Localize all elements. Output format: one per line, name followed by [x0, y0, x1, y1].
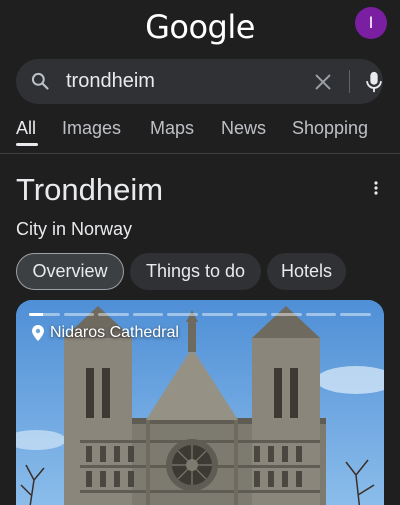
search-divider — [349, 70, 350, 93]
active-tab-indicator — [16, 143, 38, 146]
progress-segment — [305, 313, 337, 316]
google-logo[interactable]: Google — [0, 8, 400, 46]
tab-shopping[interactable]: Shopping — [292, 118, 368, 139]
progress-segment — [132, 313, 164, 316]
location-label: Nidaros Cathedral — [50, 324, 179, 341]
progress-fill — [29, 313, 43, 316]
progress-segment — [201, 313, 233, 316]
tab-images[interactable]: Images — [62, 118, 121, 139]
tabs-divider — [0, 153, 400, 154]
tab-news[interactable]: News — [221, 118, 266, 139]
cathedral-photo[interactable]: Nidaros Cathedral — [16, 300, 384, 505]
photo-location[interactable]: Nidaros Cathedral — [32, 324, 179, 342]
tab-all[interactable]: All — [16, 118, 36, 139]
progress-segment — [98, 313, 129, 316]
progress-segment — [236, 313, 268, 316]
progress-segment — [167, 313, 198, 316]
search-bar[interactable]: trondheim — [16, 59, 383, 104]
progress-segment — [271, 313, 302, 316]
search-input[interactable]: trondheim — [66, 70, 155, 93]
account-avatar[interactable]: I — [355, 7, 387, 39]
entity-subtitle: City in Norway — [16, 219, 133, 239]
top-bar: Google I — [0, 0, 400, 56]
location-pin-icon — [32, 325, 44, 341]
search-icon[interactable] — [30, 71, 50, 91]
tab-maps[interactable]: Maps — [150, 118, 194, 139]
close-icon[interactable] — [312, 71, 334, 93]
mic-icon[interactable] — [363, 70, 385, 94]
progress-segment — [29, 313, 60, 316]
chip-things-to-do[interactable]: Things to do — [130, 253, 261, 290]
progress-segment — [63, 313, 95, 316]
entity-title: Trondheim — [16, 172, 164, 207]
chip-overview[interactable]: Overview — [16, 253, 124, 290]
search-tabs: All Images Maps News Shopping — [0, 116, 400, 146]
more-vert-icon[interactable] — [368, 180, 384, 196]
progress-segment — [340, 313, 371, 316]
story-progress — [29, 313, 371, 317]
chip-hotels[interactable]: Hotels — [267, 253, 346, 290]
